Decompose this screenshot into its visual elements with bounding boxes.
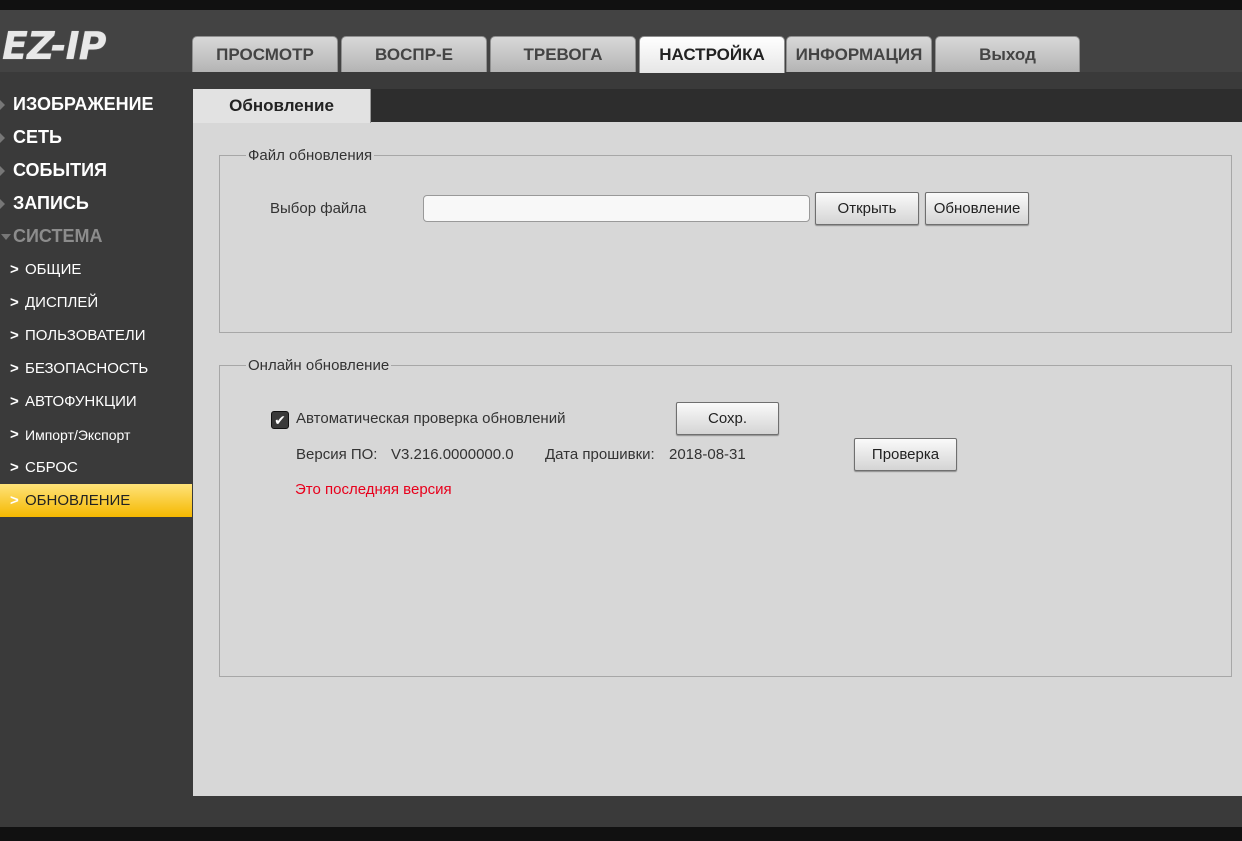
sidebar-section-system[interactable]: СИСТЕМА xyxy=(0,220,192,253)
sidebar-section-label: ЗАПИСЬ xyxy=(13,193,89,213)
firmware-date-value: 2018-08-31 xyxy=(669,446,746,463)
sidebar-section-label: СЕТЬ xyxy=(13,127,62,147)
sidebar-item-update[interactable]: > ОБНОВЛЕНИЕ xyxy=(0,484,192,517)
auto-check-checkbox[interactable]: ✔ xyxy=(271,411,289,429)
chevron-right-icon: > xyxy=(10,261,19,278)
checkmark-icon: ✔ xyxy=(274,411,286,428)
sidebar-item-label: СБРОС xyxy=(25,459,78,476)
sidebar-item-label: ОБНОВЛЕНИЕ xyxy=(25,492,131,509)
tab-settings[interactable]: НАСТРОЙКА xyxy=(639,36,785,73)
tab-logout[interactable]: Выход xyxy=(935,36,1080,72)
version-label: Версия ПО: xyxy=(296,446,378,463)
chevron-right-icon: > xyxy=(10,426,19,443)
online-update-legend: Онлайн обновление xyxy=(248,357,390,374)
sidebar-section-label: ИЗОБРАЖЕНИЕ xyxy=(13,94,154,114)
sidebar-section-network[interactable]: СЕТЬ xyxy=(0,121,192,154)
tab-update[interactable]: Обновление xyxy=(193,89,371,123)
bottom-band xyxy=(0,827,1242,841)
triangle-right-icon xyxy=(0,133,5,143)
sidebar-item-display[interactable]: > ДИСПЛЕЙ xyxy=(0,286,192,319)
sidebar-item-label: ДИСПЛЕЙ xyxy=(25,294,99,311)
sidebar-item-autofunctions[interactable]: > АВТОФУНКЦИИ xyxy=(0,385,192,418)
chevron-right-icon: > xyxy=(10,459,19,476)
chevron-right-icon: > xyxy=(10,492,19,509)
triangle-right-icon xyxy=(0,100,5,110)
sidebar-item-users[interactable]: > ПОЛЬЗОВАТЕЛИ xyxy=(0,319,192,352)
chevron-right-icon: > xyxy=(10,393,19,410)
sidebar-section-label: СИСТЕМА xyxy=(13,226,103,246)
triangle-down-icon xyxy=(1,234,11,240)
sidebar-item-label: ПОЛЬЗОВАТЕЛИ xyxy=(25,327,146,344)
sidebar-item-label: Импорт/Экспорт xyxy=(25,426,131,443)
sidebar-item-label: БЕЗОПАСНОСТЬ xyxy=(25,360,149,377)
sidebar-section-events[interactable]: СОБЫТИЯ xyxy=(0,154,192,187)
file-path-field[interactable] xyxy=(423,195,810,222)
sidebar-item-label: ОБЩИЕ xyxy=(25,261,82,278)
check-button[interactable]: Проверка xyxy=(854,438,957,471)
footer-bar xyxy=(0,796,1242,827)
tab-prosmotr[interactable]: ПРОСМОТР xyxy=(192,36,338,72)
file-update-group: Файл обновления xyxy=(219,147,1232,333)
save-button[interactable]: Сохр. xyxy=(676,402,779,435)
tab-info[interactable]: ИНФОРМАЦИЯ xyxy=(786,36,932,72)
auto-check-label: Автоматическая проверка обновлений xyxy=(296,410,566,427)
chevron-right-icon: > xyxy=(10,360,19,377)
sidebar-section-label: СОБЫТИЯ xyxy=(13,160,107,180)
sidebar-item-security[interactable]: > БЕЗОПАСНОСТЬ xyxy=(0,352,192,385)
triangle-right-icon xyxy=(0,166,5,176)
file-select-label: Выбор файла xyxy=(270,200,367,217)
version-value: V3.216.0000000.0 xyxy=(391,446,514,463)
sidebar-item-import-export[interactable]: > Импорт/Экспорт xyxy=(0,418,192,451)
sidebar-section-record[interactable]: ЗАПИСЬ xyxy=(0,187,192,220)
update-button[interactable]: Обновление xyxy=(925,192,1029,225)
sidebar: ИЗОБРАЖЕНИЕ СЕТЬ СОБЫТИЯ ЗАПИСЬ СИСТЕМА … xyxy=(0,88,192,517)
open-button[interactable]: Открыть xyxy=(815,192,919,225)
sidebar-item-general[interactable]: > ОБЩИЕ xyxy=(0,253,192,286)
chevron-right-icon: > xyxy=(10,294,19,311)
tab-alarm[interactable]: ТРЕВОГА xyxy=(490,36,636,72)
firmware-date-label: Дата прошивки: xyxy=(545,446,655,463)
sidebar-item-label: АВТОФУНКЦИИ xyxy=(25,393,137,410)
top-band xyxy=(0,0,1242,10)
update-status-text: Это последняя версия xyxy=(295,481,452,498)
file-update-legend: Файл обновления xyxy=(248,147,373,164)
sidebar-item-reset[interactable]: > СБРОС xyxy=(0,451,192,484)
tab-playback[interactable]: ВОСПР-Е xyxy=(341,36,487,72)
triangle-right-icon xyxy=(0,199,5,209)
chevron-right-icon: > xyxy=(10,327,19,344)
sidebar-section-image[interactable]: ИЗОБРАЖЕНИЕ xyxy=(0,88,192,121)
logo: EZ-IP xyxy=(2,24,107,68)
